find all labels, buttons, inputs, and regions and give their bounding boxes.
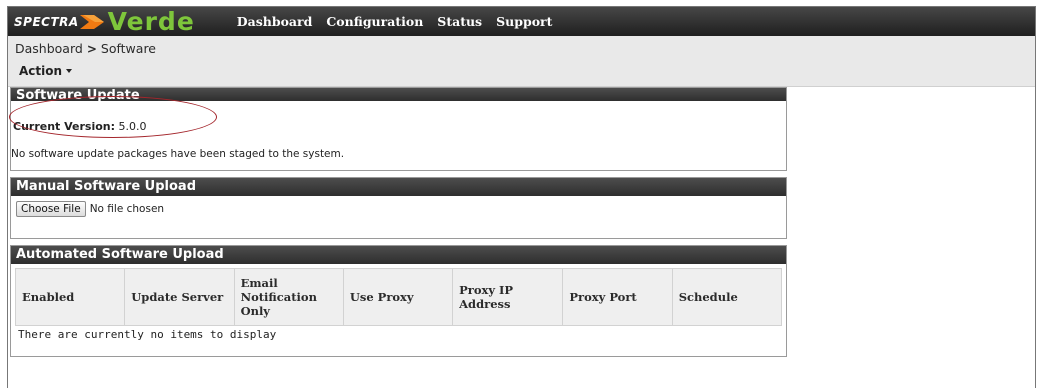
column-header-use-proxy[interactable]: Use Proxy bbox=[342, 268, 454, 326]
breadcrumb-dashboard-link[interactable]: Dashboard bbox=[15, 41, 83, 56]
column-header-update-server[interactable]: Update Server bbox=[124, 268, 235, 326]
nav-status[interactable]: Status bbox=[437, 14, 482, 29]
column-header-email-notification-only[interactable]: Email Notification Only bbox=[233, 268, 344, 326]
current-version-row: Current Version: 5.0.0 bbox=[13, 120, 147, 133]
table-header-row: Enabled Update Server Email Notification… bbox=[14, 268, 783, 326]
top-navigation-bar: SPECTRA Verde Dashboard Configuration St… bbox=[8, 7, 1035, 36]
app-window: SPECTRA Verde Dashboard Configuration St… bbox=[7, 6, 1036, 388]
manual-upload-title: Manual Software Upload bbox=[11, 178, 786, 196]
column-header-enabled[interactable]: Enabled bbox=[14, 268, 126, 326]
action-menu-label: Action bbox=[19, 64, 63, 78]
software-update-title: Software Update bbox=[11, 88, 786, 101]
file-upload-row: Choose File No file chosen bbox=[16, 201, 164, 217]
current-version-label: Current Version: bbox=[13, 120, 116, 133]
nav-configuration[interactable]: Configuration bbox=[326, 14, 423, 29]
nav-dashboard[interactable]: Dashboard bbox=[237, 14, 313, 29]
choose-file-button[interactable]: Choose File bbox=[16, 201, 86, 217]
chevron-down-icon bbox=[66, 69, 73, 73]
file-status-text: No file chosen bbox=[89, 203, 165, 215]
main-nav: Dashboard Configuration Status Support bbox=[237, 7, 567, 36]
column-header-proxy-port[interactable]: Proxy Port bbox=[562, 268, 673, 326]
breadcrumb-current: Software bbox=[100, 41, 156, 56]
column-header-schedule[interactable]: Schedule bbox=[671, 268, 783, 326]
logo-chevron-icon bbox=[79, 14, 104, 29]
table-empty-message: There are currently no items to display bbox=[18, 328, 277, 341]
action-menu-button[interactable]: Action bbox=[19, 64, 73, 78]
column-header-proxy-ip-address[interactable]: Proxy IP Address bbox=[452, 268, 564, 326]
staged-packages-message: No software update packages have been st… bbox=[11, 148, 345, 160]
automated-upload-panel: Automated Software Upload Enabled Update… bbox=[10, 245, 787, 357]
nav-support[interactable]: Support bbox=[496, 14, 552, 29]
breadcrumb-bar: Dashboard > Software Action bbox=[8, 36, 1035, 87]
breadcrumb-separator: > bbox=[86, 41, 97, 56]
automated-upload-title: Automated Software Upload bbox=[11, 246, 786, 264]
spectra-verde-logo[interactable]: SPECTRA Verde bbox=[8, 7, 195, 36]
manual-upload-panel: Manual Software Upload Choose File No fi… bbox=[10, 177, 787, 239]
current-version-value: 5.0.0 bbox=[118, 120, 147, 133]
breadcrumb: Dashboard > Software bbox=[15, 41, 156, 56]
automated-upload-table: Enabled Update Server Email Notification… bbox=[14, 268, 783, 326]
logo-brand: SPECTRA bbox=[14, 14, 79, 29]
logo-product: Verde bbox=[107, 7, 195, 36]
